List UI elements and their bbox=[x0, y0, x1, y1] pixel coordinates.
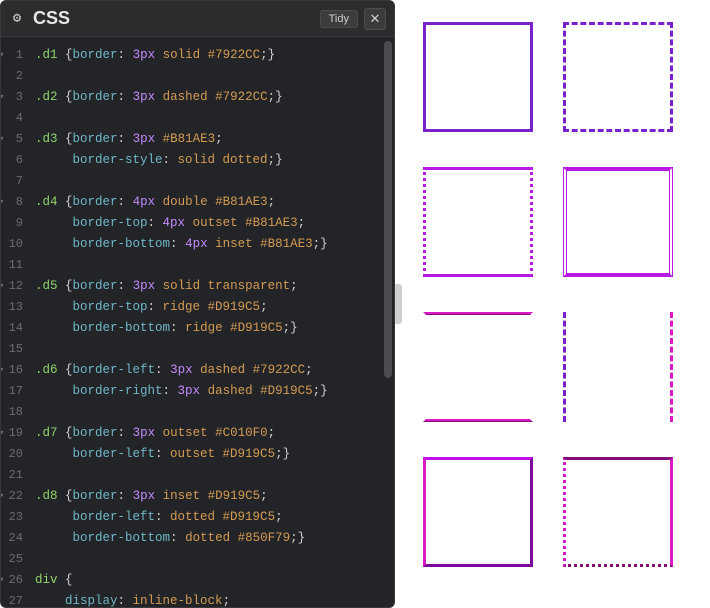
code-line[interactable]: border-top: ridge #D919C5; bbox=[35, 297, 394, 318]
line-number: 13 bbox=[1, 297, 23, 318]
code-line[interactable]: .d8 {border: 3px inset #D919C5; bbox=[35, 486, 394, 507]
line-number: 15 bbox=[1, 339, 23, 360]
line-gutter: 1234567891011121314151617181920212223242… bbox=[1, 37, 29, 607]
preview-cell bbox=[413, 302, 553, 447]
code-line[interactable]: border-bottom: dotted #850F79;} bbox=[35, 528, 394, 549]
line-number: 19 bbox=[1, 423, 23, 444]
line-number: 18 bbox=[1, 402, 23, 423]
line-number: 10 bbox=[1, 234, 23, 255]
line-number: 5 bbox=[1, 129, 23, 150]
code-line[interactable]: .d2 {border: 3px dashed #7922CC;} bbox=[35, 87, 394, 108]
preview-box-d6 bbox=[563, 312, 673, 422]
code-line[interactable] bbox=[35, 66, 394, 87]
code-line[interactable] bbox=[35, 171, 394, 192]
line-number: 21 bbox=[1, 465, 23, 486]
preview-box-d3 bbox=[423, 167, 533, 277]
code-line[interactable]: border-top: 4px outset #B81AE3; bbox=[35, 213, 394, 234]
preview-box-d2 bbox=[563, 22, 673, 132]
code-line[interactable]: border-left: outset #D919C5;} bbox=[35, 444, 394, 465]
line-number: 20 bbox=[1, 444, 23, 465]
panel-title: CSS bbox=[33, 8, 320, 29]
line-number: 14 bbox=[1, 318, 23, 339]
line-number: 11 bbox=[1, 255, 23, 276]
preview-cell bbox=[553, 157, 693, 302]
code-area[interactable]: .d1 {border: 3px solid #7922CC;} .d2 {bo… bbox=[29, 37, 394, 607]
line-number: 25 bbox=[1, 549, 23, 570]
line-number: 27 bbox=[1, 591, 23, 607]
line-number: 22 bbox=[1, 486, 23, 507]
code-line[interactable]: .d3 {border: 3px #B81AE3; bbox=[35, 129, 394, 150]
preview-box-d1 bbox=[423, 22, 533, 132]
preview-cell bbox=[413, 447, 553, 592]
line-number: 12 bbox=[1, 276, 23, 297]
code-line[interactable]: div { bbox=[35, 570, 394, 591]
line-number: 17 bbox=[1, 381, 23, 402]
line-number: 26 bbox=[1, 570, 23, 591]
code-line[interactable]: .d5 {border: 3px solid transparent; bbox=[35, 276, 394, 297]
preview-box-d8 bbox=[563, 457, 673, 567]
code-line[interactable] bbox=[35, 108, 394, 129]
line-number: 7 bbox=[1, 171, 23, 192]
code-line[interactable] bbox=[35, 465, 394, 486]
line-number: 3 bbox=[1, 87, 23, 108]
code-line[interactable]: border-left: dotted #D919C5; bbox=[35, 507, 394, 528]
line-number: 1 bbox=[1, 45, 23, 66]
preview-cell bbox=[553, 302, 693, 447]
code-line[interactable]: border-bottom: 4px inset #B81AE3;} bbox=[35, 234, 394, 255]
tidy-button[interactable]: Tidy bbox=[320, 10, 358, 28]
line-number: 9 bbox=[1, 213, 23, 234]
preview-box-d4 bbox=[563, 167, 673, 277]
scroll-thumb[interactable] bbox=[384, 41, 392, 378]
code-line[interactable] bbox=[35, 549, 394, 570]
code-editor[interactable]: 1234567891011121314151617181920212223242… bbox=[1, 37, 394, 607]
panel-header: ⚙ CSS Tidy ✕ bbox=[1, 1, 394, 37]
line-number: 4 bbox=[1, 108, 23, 129]
resize-handle[interactable] bbox=[395, 284, 402, 324]
gear-icon[interactable]: ⚙ bbox=[9, 11, 25, 27]
code-line[interactable]: .d4 {border: 4px double #B81AE3; bbox=[35, 192, 394, 213]
preview-box-d7 bbox=[423, 457, 533, 567]
line-number: 16 bbox=[1, 360, 23, 381]
code-line[interactable]: .d7 {border: 3px outset #C010F0; bbox=[35, 423, 394, 444]
close-icon[interactable]: ✕ bbox=[364, 8, 386, 30]
vertical-scrollbar[interactable] bbox=[384, 41, 392, 603]
preview-grid bbox=[413, 12, 693, 592]
line-number: 24 bbox=[1, 528, 23, 549]
code-line[interactable]: .d6 {border-left: 3px dashed #7922CC; bbox=[35, 360, 394, 381]
preview-panel bbox=[395, 0, 710, 608]
code-line[interactable] bbox=[35, 255, 394, 276]
line-number: 23 bbox=[1, 507, 23, 528]
code-line[interactable] bbox=[35, 339, 394, 360]
line-number: 6 bbox=[1, 150, 23, 171]
code-line[interactable]: border-style: solid dotted;} bbox=[35, 150, 394, 171]
code-line[interactable]: display: inline-block; bbox=[35, 591, 394, 607]
preview-cell bbox=[553, 447, 693, 592]
preview-cell bbox=[413, 157, 553, 302]
preview-cell bbox=[553, 12, 693, 157]
preview-box-d5 bbox=[423, 312, 533, 422]
code-line[interactable]: border-bottom: ridge #D919C5;} bbox=[35, 318, 394, 339]
preview-cell bbox=[413, 12, 553, 157]
css-editor-panel: ⚙ CSS Tidy ✕ 123456789101112131415161718… bbox=[0, 0, 395, 608]
line-number: 8 bbox=[1, 192, 23, 213]
line-number: 2 bbox=[1, 66, 23, 87]
code-line[interactable] bbox=[35, 402, 394, 423]
code-line[interactable]: border-right: 3px dashed #D919C5;} bbox=[35, 381, 394, 402]
code-line[interactable]: .d1 {border: 3px solid #7922CC;} bbox=[35, 45, 394, 66]
